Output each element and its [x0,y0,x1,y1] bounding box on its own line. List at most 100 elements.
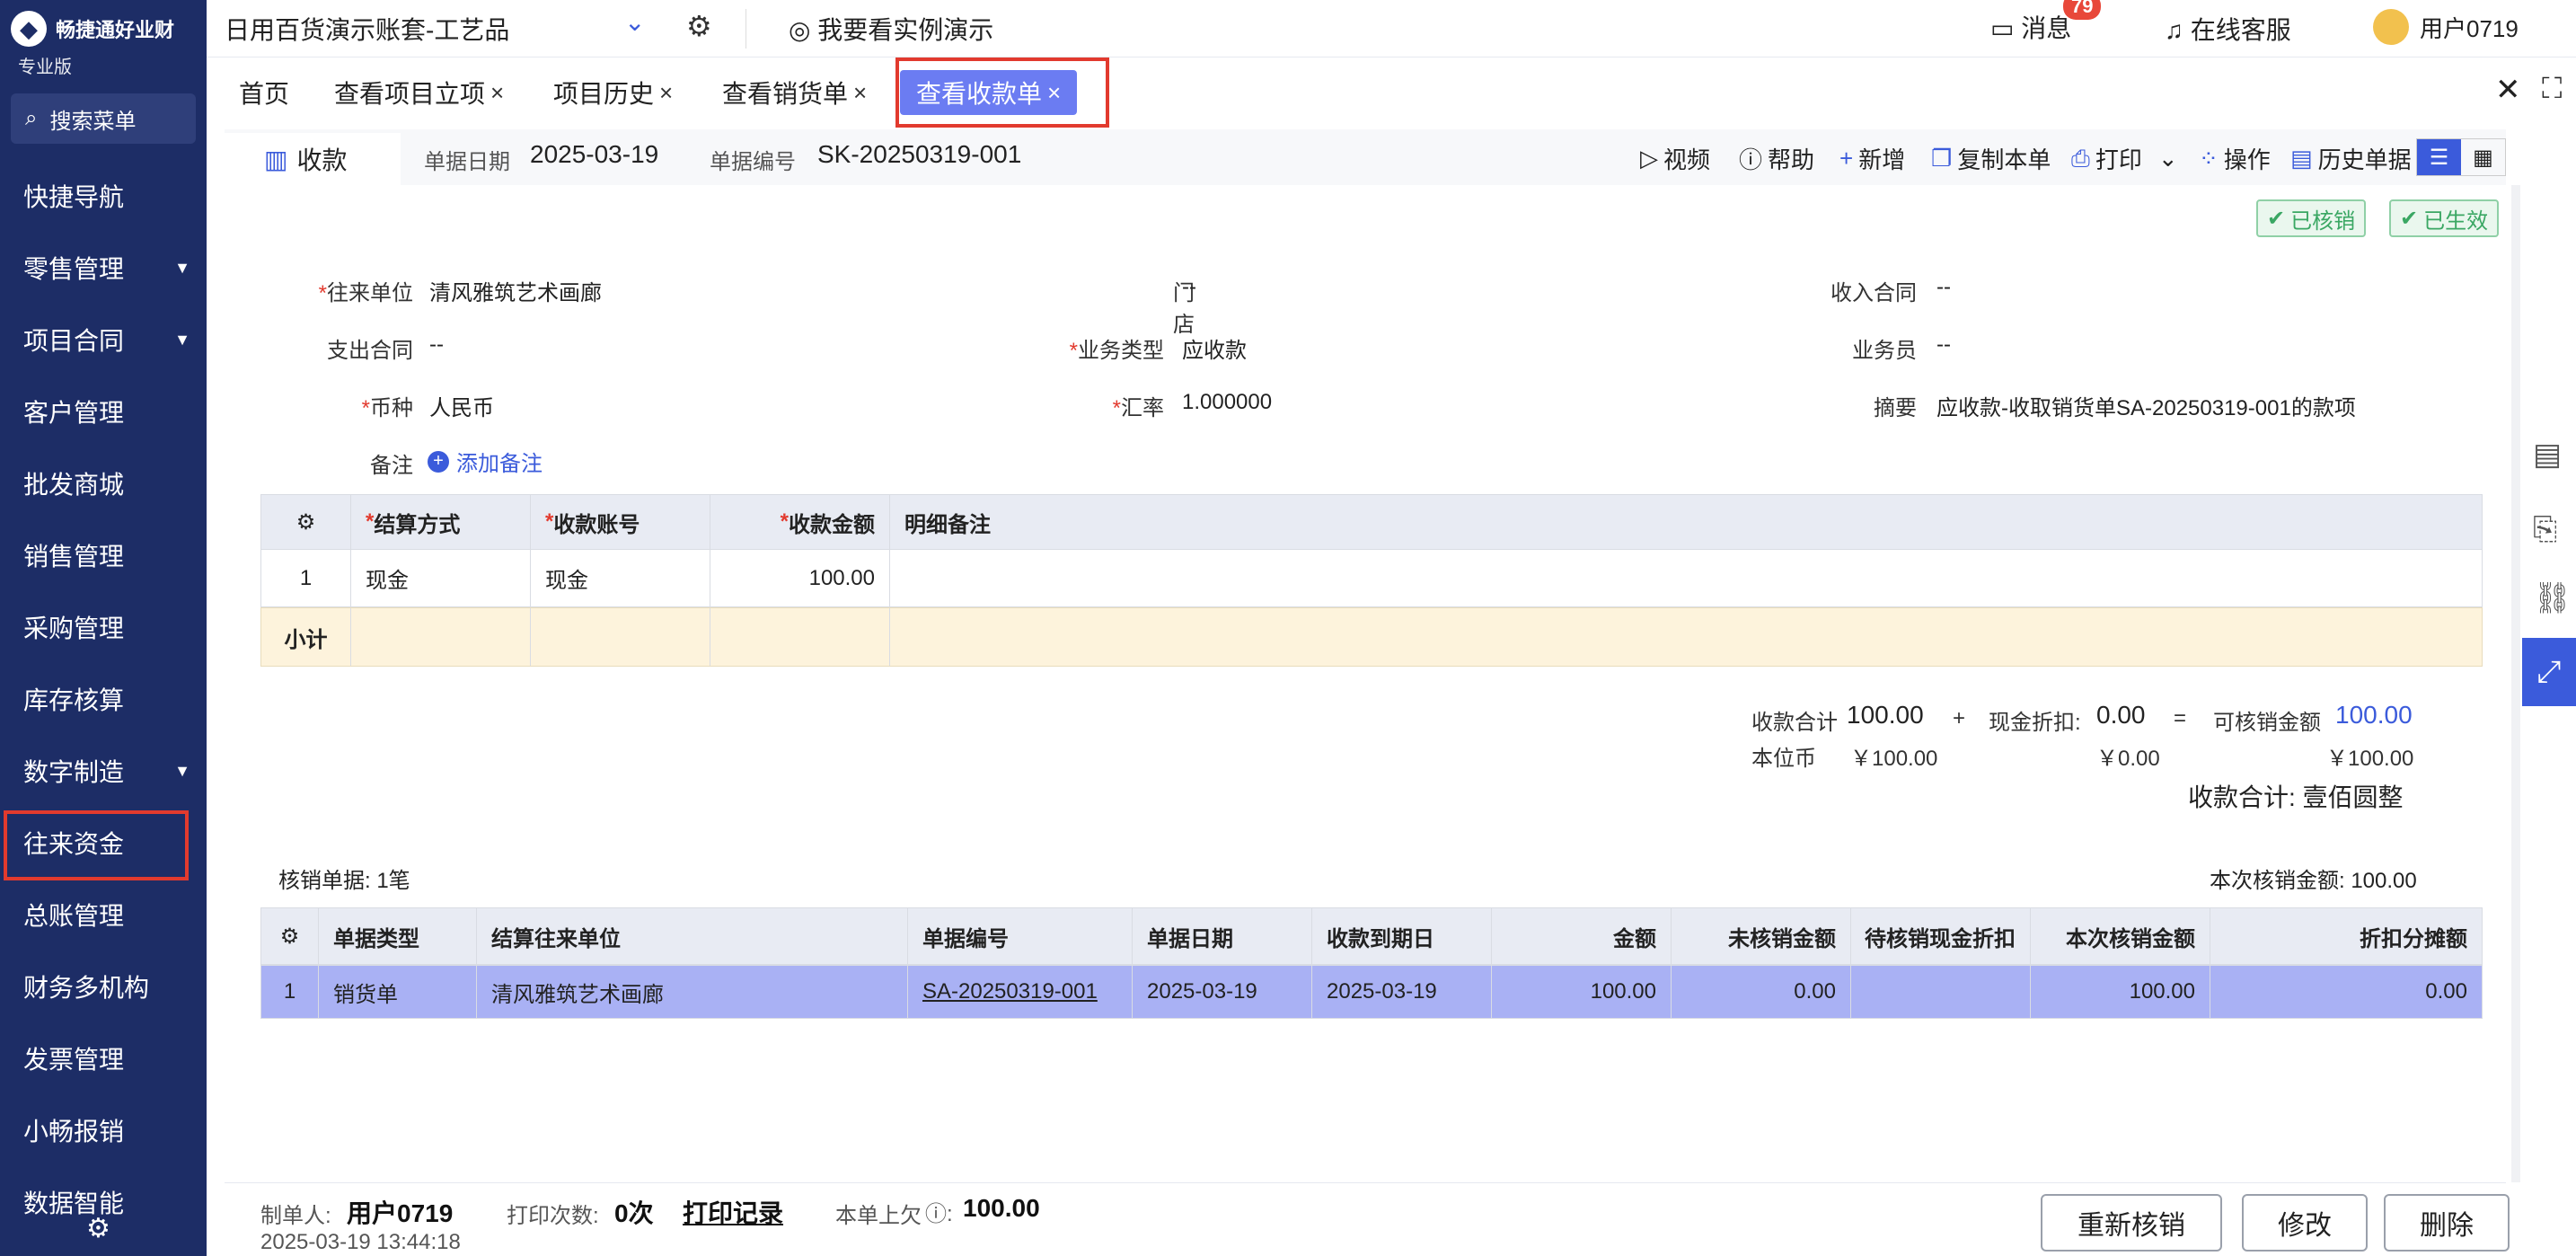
tab-sales-order[interactable]: 查看销货单 × [722,70,867,115]
document-icon[interactable]: ▤ [2533,437,2562,473]
print-button[interactable]: ⎙ 打印 ⌄ [2071,142,2178,175]
currency-value[interactable]: 人民币 [429,390,494,421]
history-button[interactable]: ▤ 历史单据 [2290,142,2412,175]
base-writeoff-value: ￥100.00 [2326,747,2414,771]
history-icon: ▤ [2290,145,2313,172]
cell-method[interactable]: 现金 [351,550,531,606]
rate-value[interactable]: 1.000000 [1182,390,1272,415]
plus-icon: + [1839,145,1854,172]
cell-this-verify[interactable]: 100.00 [2031,966,2210,1018]
receipt-total-value: 100.00 [1847,701,1924,729]
table-row[interactable]: 1 现金 现金 100.00 [260,550,2483,607]
close-icon[interactable]: × [659,79,673,107]
copy-button[interactable]: ❐ 复制本单 [1931,142,2051,175]
sidebar-item[interactable]: 总账管理 [0,882,207,947]
sidebar-item[interactable]: 客户管理 [0,379,207,444]
new-button[interactable]: + 新增 [1839,142,1905,175]
sidebar-item[interactable]: 项目合同 ▼ [0,307,207,372]
scrollbar[interactable] [2511,185,2520,1182]
right-rail: ▤ ⎘ ⛓ ⤢ [2522,185,2576,1182]
print-log-link[interactable]: 打印记录 [683,1194,783,1230]
sidebar-item[interactable]: 财务多机构 [0,954,207,1019]
close-icon[interactable]: × [490,79,504,107]
edition-label: 专业版 [18,57,72,77]
sidebar-item[interactable]: 批发商城 [0,451,207,516]
cell-doc-date: 2025-03-19 [1133,966,1312,1018]
tab-label: 查看项目立项 [334,80,486,108]
expense-contract-value[interactable]: -- [429,332,444,358]
close-all-icon[interactable]: ✕ [2495,72,2521,108]
caret-down-icon[interactable]: ▼ [174,259,190,278]
income-contract-value[interactable]: -- [1936,275,1951,300]
list-view-icon[interactable]: ☰ [2417,139,2461,175]
sidebar-item[interactable]: 销售管理 [0,523,207,588]
doc-no-link[interactable]: SA-20250319-001 [908,966,1133,1018]
sidebar-item[interactable]: 快捷导航 [0,164,207,228]
edit-button[interactable]: 修改 [2242,1194,2368,1252]
chevron-down-icon[interactable]: ⌄ [2158,145,2178,172]
sidebar-item[interactable]: 采购管理 [0,595,207,659]
cell-pending-discount[interactable] [1851,966,2031,1018]
demo-link[interactable]: ◎ 我要看实例演示 [789,11,993,47]
tab-project-setup[interactable]: 查看项目立项 × [334,70,504,115]
inbox-icon[interactable]: ⎘ [2533,512,2557,547]
col-due-date: 收款到期日 [1312,908,1492,964]
tab-label: 首页 [239,80,290,108]
partner-value[interactable]: 清风雅筑艺术画廊 [429,275,602,306]
sidebar-item-label: 零售管理 [23,255,125,283]
view-toggle[interactable]: ☰ ▦ [2416,138,2506,176]
subtotal-cell [351,608,531,666]
base-receipt-value: ￥100.00 [1850,747,1938,771]
salesman-value[interactable]: -- [1936,332,1951,358]
store-value[interactable]: -- [1182,275,1196,300]
sidebar-item[interactable]: 数字制造 ▼ [0,739,207,803]
cell-account[interactable]: 现金 [531,550,710,606]
gear-icon[interactable]: ⚙ [686,9,712,43]
reverify-button[interactable]: 重新核销 [2041,1194,2222,1252]
biz-type-value[interactable]: 应收款 [1182,332,1247,364]
doc-date-label: 单据日期 [424,150,510,174]
sidebar-item[interactable]: 零售管理 ▼ [0,235,207,300]
tab-home[interactable]: 首页 [239,70,289,115]
cell-note[interactable] [890,550,2482,606]
cell-amount[interactable]: 100.00 [710,550,890,606]
delete-button[interactable]: 删除 [2384,1194,2510,1252]
settings-gear-icon[interactable]: ⚙ [86,1213,110,1244]
caret-down-icon[interactable]: ▼ [174,331,190,349]
subtotal-row: 小计 [260,607,2483,667]
user-menu[interactable]: 用户0719 [2373,9,2519,45]
doc-date: 2025-03-19 [530,140,659,168]
tab-project-history[interactable]: 项目历史 × [553,70,673,115]
close-icon[interactable]: × [853,79,867,107]
online-service-button[interactable]: ♫ 在线客服 [2165,11,2291,47]
summary-value[interactable]: 应收款-收取销货单SA-20250319-001的款项 [1936,390,2356,421]
search-menu-button[interactable]: ⌕ 搜索菜单 [11,93,196,144]
column-settings-icon[interactable]: ⚙ [261,908,319,964]
sidebar-item[interactable]: 发票管理 [0,1026,207,1091]
message-icon: ▭ [1990,14,2015,42]
card-view-icon[interactable]: ▦ [2461,139,2505,175]
expand-view-icon[interactable]: ⤢ [2522,638,2576,706]
caret-down-icon[interactable]: ▼ [174,762,190,781]
print-count-value: 0次 [614,1199,654,1227]
highlight-box [4,810,189,880]
column-settings-icon[interactable]: ⚙ [261,495,351,549]
video-button[interactable]: ▷ 视频 [1640,142,1710,175]
sidebar-item[interactable]: 小畅报销 [0,1098,207,1163]
link-icon[interactable]: ⛓ [2533,580,2572,616]
table-row[interactable]: 1 销货单 清风雅筑艺术画廊 SA-20250319-001 2025-03-1… [260,965,2483,1019]
add-note-button[interactable]: + 添加备注 [428,446,543,477]
cell-discount-share: 0.00 [2425,979,2467,1004]
operations-button[interactable]: ⁘ 操作 [2199,142,2271,175]
help-icon[interactable]: ⓘ: [925,1196,953,1227]
chinese-total: 收款合计: 壹佰圆整 [2188,783,2404,811]
messages-button[interactable]: ▭ 消息 [1990,9,2071,45]
owed-value: 100.00 [963,1194,1040,1222]
chevron-down-icon[interactable]: ⌄ [624,7,645,37]
doc-type-tab[interactable]: ▥ 收款 [225,133,401,185]
tab-label: 项目历史 [553,80,655,108]
expand-icon[interactable]: ⛶ [2542,72,2562,106]
sidebar-item[interactable]: 库存核算 [0,667,207,731]
account-selector[interactable]: 日用百货演示账套-工艺品 [225,11,509,47]
help-button[interactable]: ⓘ 帮助 [1739,142,1814,175]
